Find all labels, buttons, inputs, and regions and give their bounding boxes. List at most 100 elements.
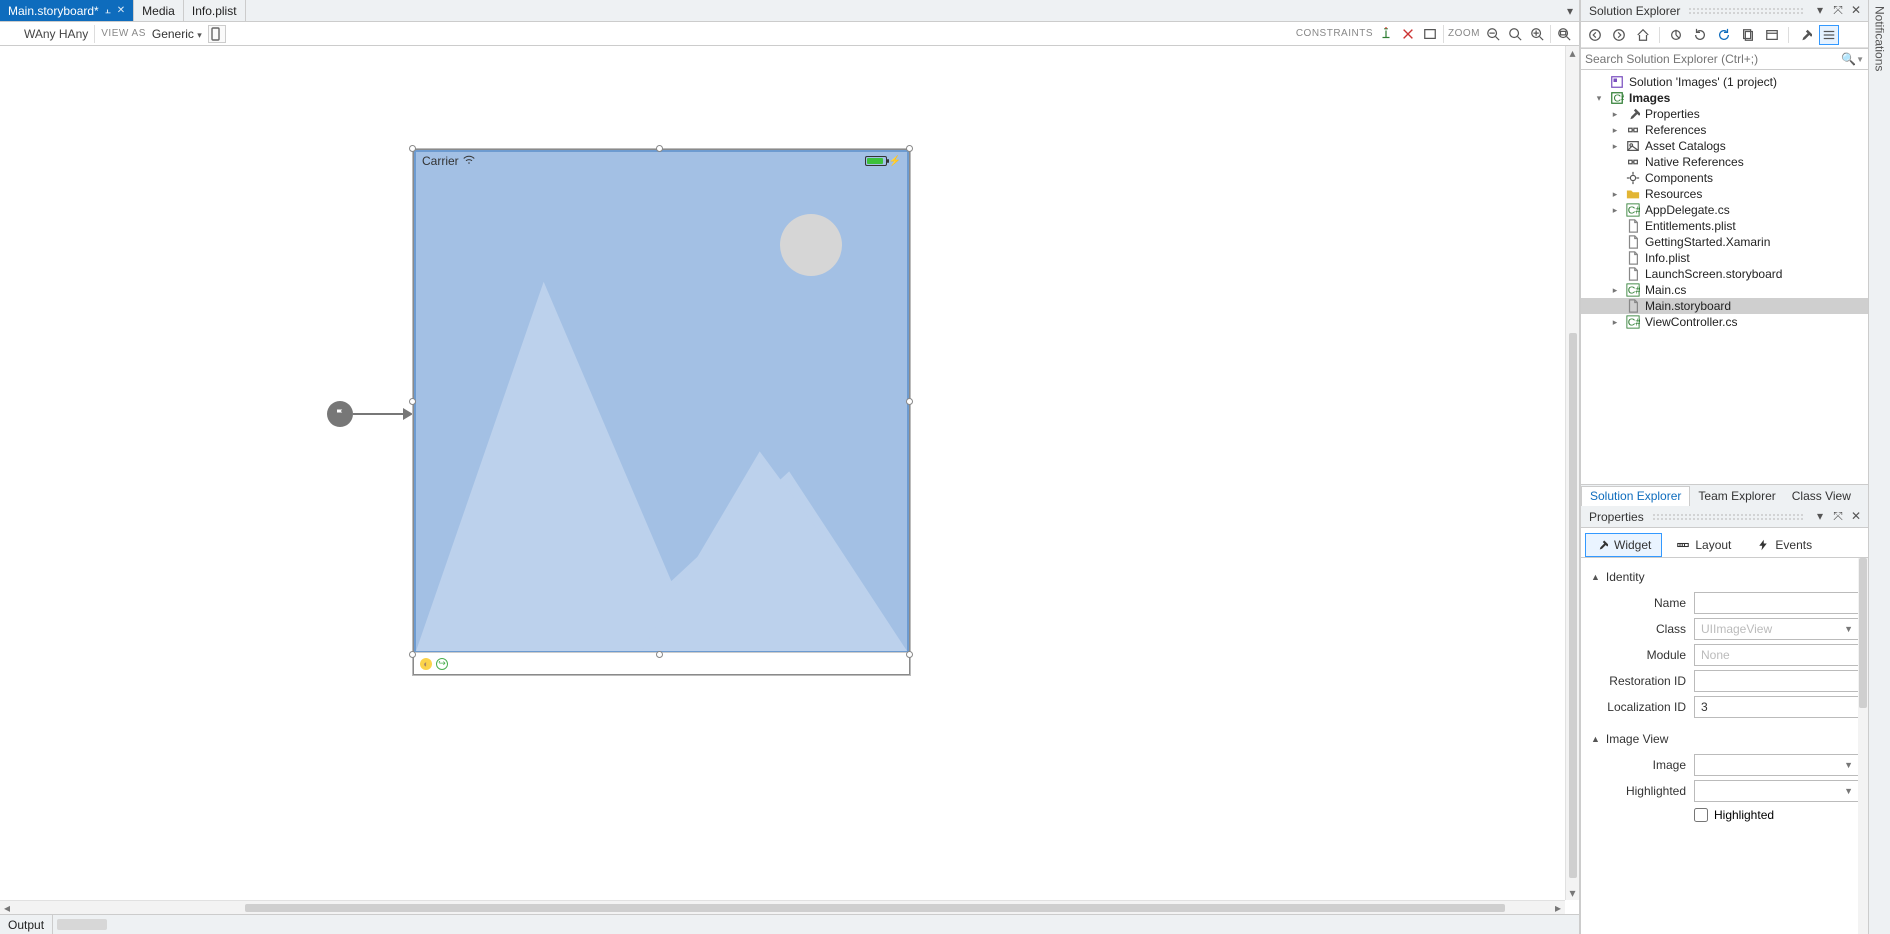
search-input[interactable] [1585, 52, 1841, 66]
chevron-down-icon[interactable]: ▼ [1856, 55, 1864, 64]
close-icon[interactable]: ✕ [1848, 3, 1864, 18]
pin-icon[interactable]: ⫠ [105, 5, 111, 16]
tree-twisty[interactable]: ▸ [1609, 125, 1621, 136]
zoom-out-icon[interactable] [1484, 25, 1502, 43]
tree-item[interactable]: Solution 'Images' (1 project) [1581, 74, 1868, 90]
tree-item[interactable]: Components [1581, 170, 1868, 186]
sync-button[interactable] [1666, 25, 1686, 45]
panel-menu-icon[interactable]: ▾ [1812, 3, 1828, 18]
refresh-button[interactable] [1690, 25, 1710, 45]
tree-twisty[interactable]: ▾ [1593, 93, 1605, 104]
exit-icon[interactable]: ↪ [436, 658, 448, 670]
selection-handle[interactable] [906, 145, 913, 152]
panel-menu-icon[interactable]: ▾ [1812, 509, 1828, 524]
constraint-frame-icon[interactable] [1421, 25, 1439, 43]
tree-item[interactable]: ▸C#ViewController.cs [1581, 314, 1868, 330]
tab-main-storyboard[interactable]: Main.storyboard* ⫠ ✕ [0, 0, 134, 21]
tree-item[interactable]: ▸C#AppDelegate.cs [1581, 202, 1868, 218]
tree-icon [1625, 218, 1641, 234]
tree-twisty[interactable]: ▸ [1609, 109, 1621, 120]
tree-item[interactable]: Entitlements.plist [1581, 218, 1868, 234]
home-button[interactable] [1633, 25, 1653, 45]
section-image-view[interactable]: ▲ Image View [1591, 732, 1860, 746]
horizontal-scrollbar[interactable]: ◂▸ [0, 900, 1565, 914]
tab-layout[interactable]: Layout [1666, 533, 1742, 557]
designer-toolbar: WAny HAny VIEW AS Generic ▾ CONSTRAINTS [0, 22, 1579, 46]
tree-item[interactable]: Main.storyboard [1581, 298, 1868, 314]
collapse-all-button[interactable] [1714, 25, 1734, 45]
tree-item[interactable]: Native References [1581, 154, 1868, 170]
tree-item[interactable]: ▸C#Main.cs [1581, 282, 1868, 298]
show-all-files-button[interactable] [1738, 25, 1758, 45]
selection-handle[interactable] [906, 398, 913, 405]
tree-item[interactable]: ▸Properties [1581, 106, 1868, 122]
solution-tree[interactable]: Solution 'Images' (1 project)▾C#Images▸P… [1581, 70, 1868, 484]
selection-handle[interactable] [656, 145, 663, 152]
tab-info-plist[interactable]: Info.plist [184, 0, 246, 21]
class-dropdown[interactable]: UIImageView▼ [1694, 618, 1860, 640]
drag-handle[interactable] [57, 919, 107, 930]
properties-scrollbar[interactable] [1858, 558, 1868, 934]
tree-item[interactable]: ▸Resources [1581, 186, 1868, 202]
close-icon[interactable]: ✕ [117, 5, 125, 16]
forward-button[interactable] [1609, 25, 1629, 45]
view-code-button[interactable] [1762, 25, 1782, 45]
size-class-label[interactable]: WAny HAny [24, 27, 88, 41]
selection-handle[interactable] [409, 145, 416, 152]
pin-icon[interactable]: ⤧ [1830, 509, 1846, 524]
tab-solution-explorer[interactable]: Solution Explorer [1581, 486, 1690, 507]
name-input[interactable] [1694, 592, 1860, 614]
view-as-dropdown[interactable]: Generic ▾ [152, 27, 202, 41]
uiimageview[interactable]: Carrier ⚡ [414, 150, 909, 653]
tab-media[interactable]: Media [134, 0, 184, 21]
solution-explorer-search[interactable]: 🔍 ▼ [1581, 48, 1868, 70]
close-icon[interactable]: ✕ [1848, 509, 1864, 524]
tree-item[interactable]: ▸Asset Catalogs [1581, 138, 1868, 154]
tree-twisty[interactable]: ▸ [1609, 317, 1621, 328]
tab-class-view[interactable]: Class View [1784, 485, 1859, 506]
properties-button[interactable] [1795, 25, 1815, 45]
tree-item[interactable]: Info.plist [1581, 250, 1868, 266]
tree-twisty[interactable]: ▸ [1609, 285, 1621, 296]
tree-item[interactable]: ▾C#Images [1581, 90, 1868, 106]
tree-item[interactable]: GettingStarted.Xamarin [1581, 234, 1868, 250]
tab-widget[interactable]: Widget [1585, 533, 1662, 557]
pin-icon[interactable]: ⤧ [1830, 3, 1846, 18]
tree-item[interactable]: ▸References [1581, 122, 1868, 138]
tree-icon: C# [1625, 314, 1641, 330]
tree-twisty[interactable]: ▸ [1609, 189, 1621, 200]
zoom-reset-icon[interactable] [1506, 25, 1524, 43]
preview-button[interactable] [1819, 25, 1839, 45]
highlighted-dropdown[interactable]: ▼ [1694, 780, 1860, 802]
initial-view-controller-arrow[interactable] [327, 401, 413, 427]
selection-handle[interactable] [409, 398, 416, 405]
view-controller-icon[interactable]: ◐ [420, 658, 432, 670]
designer-canvas[interactable]: Carrier ⚡ [0, 46, 1579, 914]
vertical-scrollbar[interactable]: ▴▾ [1565, 46, 1579, 900]
highlighted-checkbox[interactable] [1694, 808, 1708, 822]
tree-item[interactable]: LaunchScreen.storyboard [1581, 266, 1868, 282]
orientation-button[interactable] [208, 25, 226, 43]
tab-events[interactable]: Events [1746, 533, 1823, 557]
localization-id-input[interactable]: 3 [1694, 696, 1860, 718]
tabs-overflow-button[interactable]: ▾ [1561, 0, 1579, 21]
selection-handle[interactable] [656, 651, 663, 658]
selection-handle[interactable] [906, 651, 913, 658]
image-dropdown[interactable]: ▼ [1694, 754, 1860, 776]
zoom-fit-icon[interactable] [1555, 25, 1573, 43]
module-input[interactable]: None [1694, 644, 1860, 666]
search-icon[interactable]: 🔍 [1841, 52, 1856, 66]
zoom-in-icon[interactable] [1528, 25, 1546, 43]
section-identity[interactable]: ▲ Identity [1591, 570, 1860, 584]
notifications-rail[interactable]: Notifications [1868, 0, 1890, 934]
constraint-add-icon[interactable] [1377, 25, 1395, 43]
restoration-id-input[interactable] [1694, 670, 1860, 692]
tree-twisty[interactable]: ▸ [1609, 141, 1621, 152]
selection-handle[interactable] [409, 651, 416, 658]
tab-output[interactable]: Output [0, 915, 53, 934]
view-controller-scene[interactable]: Carrier ⚡ [413, 149, 910, 675]
tab-team-explorer[interactable]: Team Explorer [1690, 485, 1783, 506]
tree-twisty[interactable]: ▸ [1609, 205, 1621, 216]
constraint-remove-icon[interactable] [1399, 25, 1417, 43]
back-button[interactable] [1585, 25, 1605, 45]
